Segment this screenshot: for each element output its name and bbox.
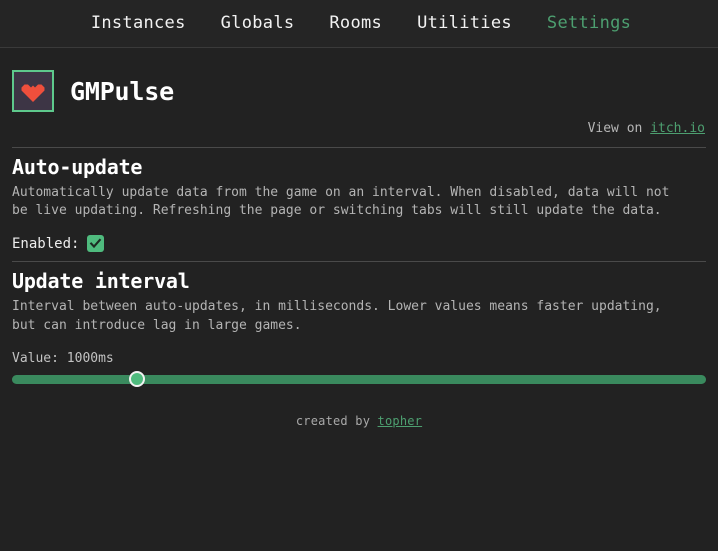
main-navigation: Instances Globals Rooms Utilities Settin…: [0, 0, 718, 48]
view-on-label: View on: [587, 121, 651, 136]
created-by-label: created by: [295, 414, 378, 428]
auto-update-heading: Auto-update: [12, 154, 143, 179]
app-logo: [12, 70, 54, 112]
nav-item-settings[interactable]: Settings: [546, 13, 632, 34]
auto-update-enabled-row: Enabled:: [12, 235, 706, 253]
slider-track[interactable]: [12, 374, 706, 384]
slider-thumb[interactable]: [128, 370, 145, 387]
nav-item-globals[interactable]: Globals: [220, 13, 296, 34]
page-title: GMPulse: [70, 76, 174, 106]
check-icon: [89, 237, 102, 250]
author-link[interactable]: topher: [378, 414, 423, 428]
enabled-label: Enabled:: [12, 235, 80, 252]
update-interval-heading: Update interval: [12, 269, 190, 294]
update-interval-slider[interactable]: [12, 370, 706, 387]
update-interval-description: Interval between auto-updates, in millis…: [12, 299, 662, 334]
brand-header: GMPulse: [12, 48, 706, 112]
page-content: GMPulse View on itch.io Auto-update Auto…: [0, 48, 718, 387]
auto-update-description: Automatically update data from the game …: [12, 184, 670, 219]
external-link-row: View on itch.io: [12, 121, 706, 137]
nav-item-rooms[interactable]: Rooms: [328, 13, 383, 34]
nav-item-utilities[interactable]: Utilities: [416, 13, 513, 34]
section-auto-update: Auto-update Automatically update data fr…: [12, 148, 706, 253]
auto-update-checkbox[interactable]: [87, 235, 105, 253]
section-update-interval: Update interval Interval between auto-up…: [12, 262, 706, 387]
slider-value-label: Value: 1000ms: [12, 350, 114, 366]
heart-icon: [20, 79, 46, 103]
itchio-link[interactable]: itch.io: [650, 121, 705, 136]
nav-item-instances[interactable]: Instances: [90, 13, 187, 34]
footer: created by topher: [0, 414, 718, 428]
